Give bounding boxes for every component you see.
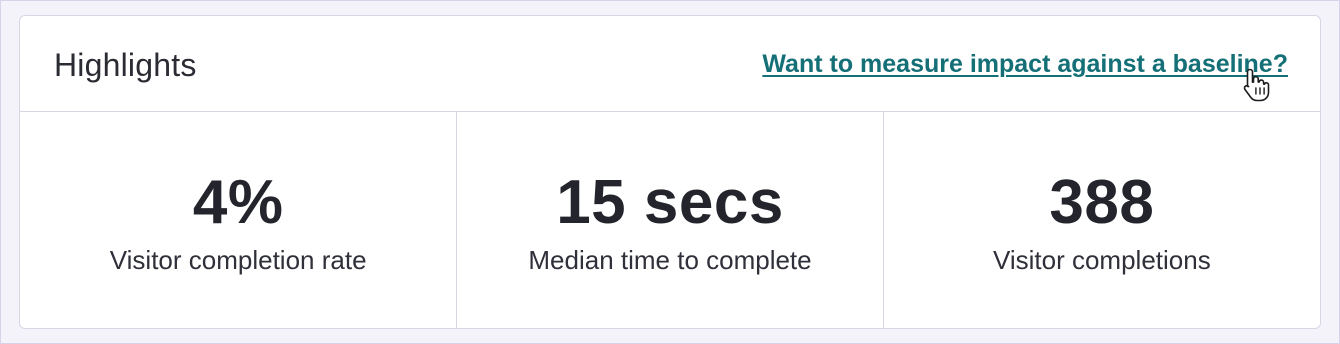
- highlights-card: Highlights Want to measure impact agains…: [19, 15, 1321, 329]
- stat-value: 388: [1049, 168, 1155, 237]
- card-title: Highlights: [54, 47, 197, 83]
- page-frame: Highlights Want to measure impact agains…: [0, 0, 1340, 344]
- stat-value: 4%: [192, 168, 284, 237]
- stat-completions: 388 Visitor completions: [882, 112, 1320, 328]
- hand-pointer-icon: [1243, 68, 1270, 102]
- stat-completion-rate: 4% Visitor completion rate: [20, 112, 456, 328]
- stats-row: 4% Visitor completion rate 15 secs Media…: [20, 112, 1320, 328]
- card-header: Highlights Want to measure impact agains…: [20, 16, 1320, 112]
- stat-label: Median time to complete: [528, 245, 812, 275]
- stat-value: 15 secs: [556, 168, 784, 237]
- stat-label: Visitor completions: [992, 245, 1211, 275]
- stat-median-time: 15 secs Median time to complete: [456, 112, 882, 328]
- baseline-link[interactable]: Want to measure impact against a baselin…: [762, 48, 1288, 80]
- stat-label: Visitor completion rate: [109, 245, 367, 275]
